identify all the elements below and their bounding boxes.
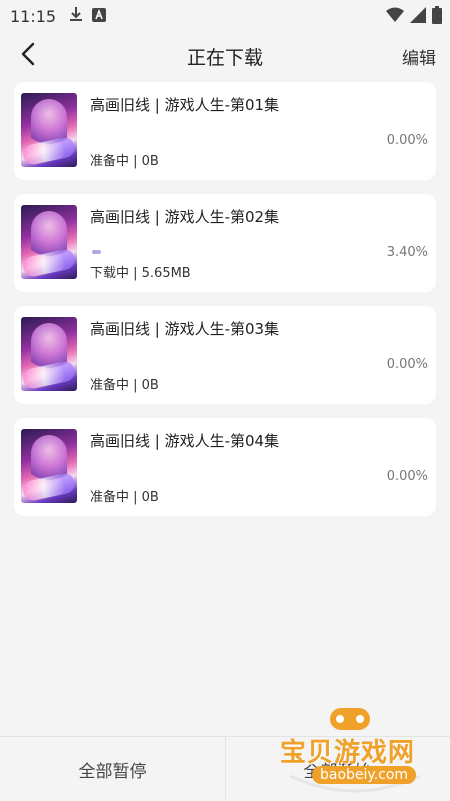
pause-all-button[interactable]: 全部暂停 [0,737,225,801]
episode-thumbnail [21,429,77,503]
download-item[interactable]: 高画旧线 | 游戏人生-第02集 3.40% 下载中 | 5.65MB [14,194,436,292]
a-box-icon [92,7,107,26]
item-status: 准备中 | 0B [90,378,159,393]
app-header: 正在下载 编辑 [0,32,450,80]
download-item[interactable]: 高画旧线 | 游戏人生-第03集 0.00% 准备中 | 0B [14,306,436,404]
signal-icon [410,7,426,27]
divider [225,737,226,801]
episode-thumbnail [21,93,77,167]
episode-thumbnail [21,205,77,279]
wifi-icon [386,7,404,27]
download-list: 高画旧线 | 游戏人生-第01集 0.00% 准备中 | 0B 高画旧线 | 游… [14,82,436,530]
bottom-action-bar: 全部暂停 全部开始 [0,736,450,801]
item-percent: 3.40% [386,245,428,260]
item-title: 高画旧线 | 游戏人生-第01集 [90,96,280,114]
status-icons-left [68,6,107,26]
back-button[interactable] [14,42,42,70]
progress-fill [92,250,101,254]
download-item[interactable]: 高画旧线 | 游戏人生-第04集 0.00% 准备中 | 0B [14,418,436,516]
edit-button[interactable]: 编辑 [402,44,436,69]
status-icons-right [386,6,442,28]
status-time: 11:15 [10,6,57,26]
episode-thumbnail [21,317,77,391]
progress-bar [92,250,342,254]
page-title: 正在下载 [186,46,263,69]
download-item[interactable]: 高画旧线 | 游戏人生-第01集 0.00% 准备中 | 0B [14,82,436,180]
item-percent: 0.00% [386,133,428,148]
item-title: 高画旧线 | 游戏人生-第04集 [90,432,280,450]
battery-icon [432,6,442,28]
item-status: 准备中 | 0B [90,154,159,169]
chevron-left-icon [20,42,36,70]
item-percent: 0.00% [386,469,428,484]
item-title: 高画旧线 | 游戏人生-第02集 [90,208,280,226]
download-icon [68,6,84,26]
item-status: 准备中 | 0B [90,490,159,505]
status-bar: 11:15 [0,0,450,32]
item-status: 下载中 | 5.65MB [90,266,191,281]
start-all-button[interactable]: 全部开始 [225,737,450,801]
item-title: 高画旧线 | 游戏人生-第03集 [90,320,280,338]
item-percent: 0.00% [386,357,428,372]
